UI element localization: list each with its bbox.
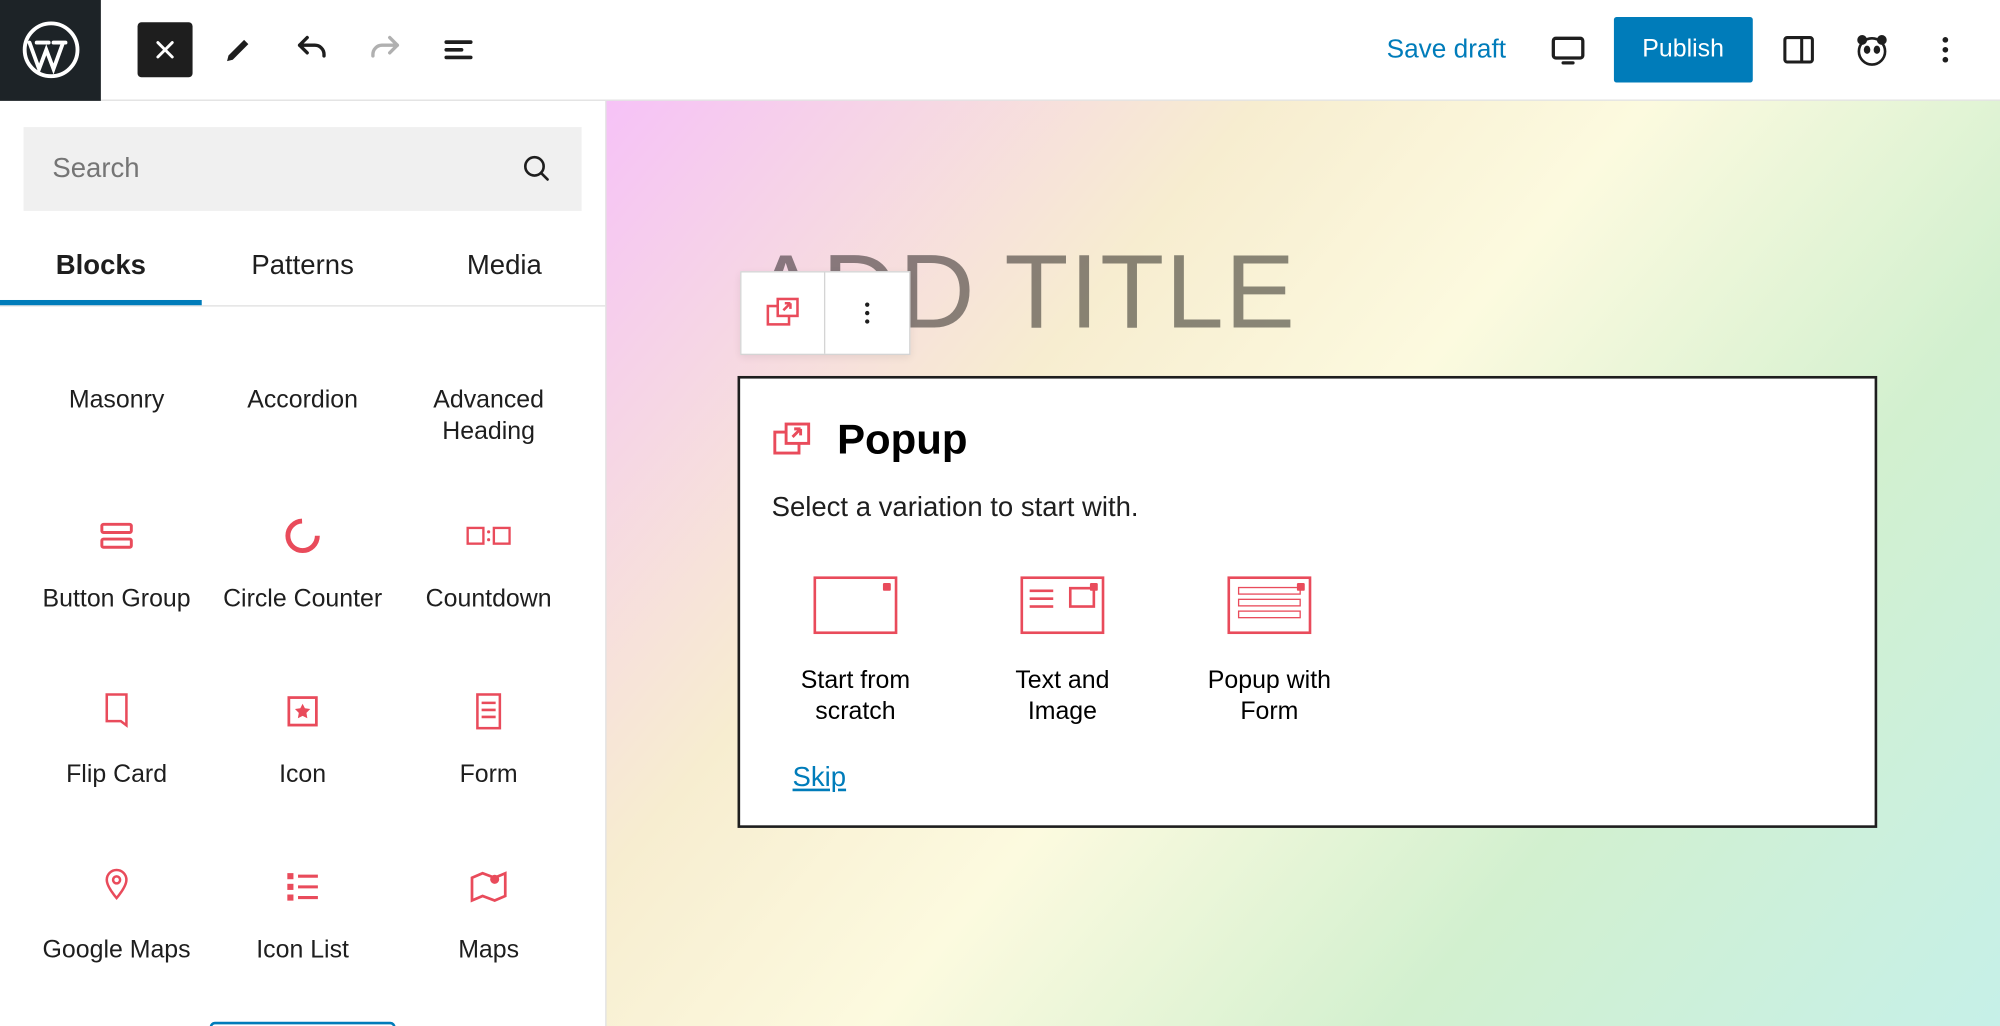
popup-icon <box>772 420 814 459</box>
block-masonry[interactable]: Masonry <box>24 307 210 464</box>
block-button-group[interactable]: Button Group <box>24 495 210 639</box>
popup-block-title: Popup <box>837 415 967 463</box>
document-outline-button[interactable] <box>431 22 486 77</box>
top-toolbar: Save draft Publish <box>0 0 2000 101</box>
block-flip-card[interactable]: Flip Card <box>24 670 210 814</box>
variation-label: Start from scratch <box>793 665 919 727</box>
block-more-options[interactable] <box>825 272 909 353</box>
block-label: Masonry <box>69 385 164 416</box>
block-accordion[interactable]: Accordion <box>210 307 396 464</box>
block-label: Countdown <box>426 584 552 615</box>
tab-media[interactable]: Media <box>403 232 605 305</box>
block-type-icon[interactable] <box>741 272 825 353</box>
save-draft-button[interactable]: Save draft <box>1371 24 1522 75</box>
publish-button[interactable]: Publish <box>1613 17 1752 83</box>
popup-block-placeholder: Popup Select a variation to start with. … <box>738 376 1878 827</box>
variation-popup-with-form[interactable]: Popup with Form <box>1207 576 1333 727</box>
block-posts[interactable]: Posts <box>396 1021 582 1026</box>
preview-button[interactable] <box>1540 22 1595 77</box>
search-icon <box>521 153 552 184</box>
skip-link[interactable]: Skip <box>793 762 1844 793</box>
close-inserter-button[interactable] <box>138 22 193 77</box>
search-field[interactable] <box>24 127 582 211</box>
variation-thumb-icon <box>1227 576 1311 634</box>
variation-thumb-icon <box>814 576 898 634</box>
block-maps[interactable]: Maps <box>396 846 582 990</box>
block-google-maps[interactable]: Google Maps <box>24 846 210 990</box>
block-label: Flip Card <box>66 759 167 790</box>
block-circle-counter[interactable]: Circle Counter <box>210 495 396 639</box>
wordpress-logo[interactable] <box>0 0 101 100</box>
block-advanced-heading[interactable]: Advanced Heading <box>396 307 582 464</box>
more-options-button[interactable] <box>1918 22 1973 77</box>
variation-label: Popup with Form <box>1207 665 1333 727</box>
variation-thumb-icon <box>1020 576 1104 634</box>
block-label: Accordion <box>247 385 358 416</box>
undo-button[interactable] <box>284 22 339 77</box>
block-label: Form <box>460 759 518 790</box>
variation-start-from-scratch[interactable]: Start from scratch <box>793 576 919 727</box>
block-toolbar <box>740 271 910 355</box>
search-input[interactable] <box>52 153 521 184</box>
popup-block-description: Select a variation to start with. <box>772 493 1844 524</box>
sidebar-toggle-button[interactable] <box>1771 22 1826 77</box>
block-icon[interactable]: Icon <box>210 670 396 814</box>
block-label: Maps <box>458 935 519 966</box>
tab-blocks[interactable]: Blocks <box>0 232 202 305</box>
panda-icon[interactable] <box>1844 22 1899 77</box>
editor-canvas[interactable]: ADD TITLE Popup Select a variation to st… <box>607 101 2000 1026</box>
inserter-tabs: Blocks Patterns Media <box>0 232 605 307</box>
block-popup[interactable]: Popup <box>210 1021 396 1026</box>
edit-icon[interactable] <box>211 22 266 77</box>
block-countdown[interactable]: Countdown <box>396 495 582 639</box>
block-label: Google Maps <box>43 935 191 966</box>
block-label: Icon <box>279 759 326 790</box>
block-label: Icon List <box>256 935 349 966</box>
variation-label: Text and Image <box>1000 665 1126 727</box>
block-icon-list[interactable]: Icon List <box>210 846 396 990</box>
block-label: Circle Counter <box>223 584 382 615</box>
variation-text-and-image[interactable]: Text and Image <box>1000 576 1126 727</box>
redo-button[interactable] <box>358 22 413 77</box>
block-label: Button Group <box>43 584 191 615</box>
tab-patterns[interactable]: Patterns <box>202 232 404 305</box>
block-inserter-panel: Blocks Patterns Media Masonry Accordion … <box>0 101 607 1026</box>
block-lottie-animation[interactable]: Lottie Animation <box>24 1021 210 1026</box>
block-label: Advanced Heading <box>401 385 577 447</box>
block-form[interactable]: Form <box>396 670 582 814</box>
